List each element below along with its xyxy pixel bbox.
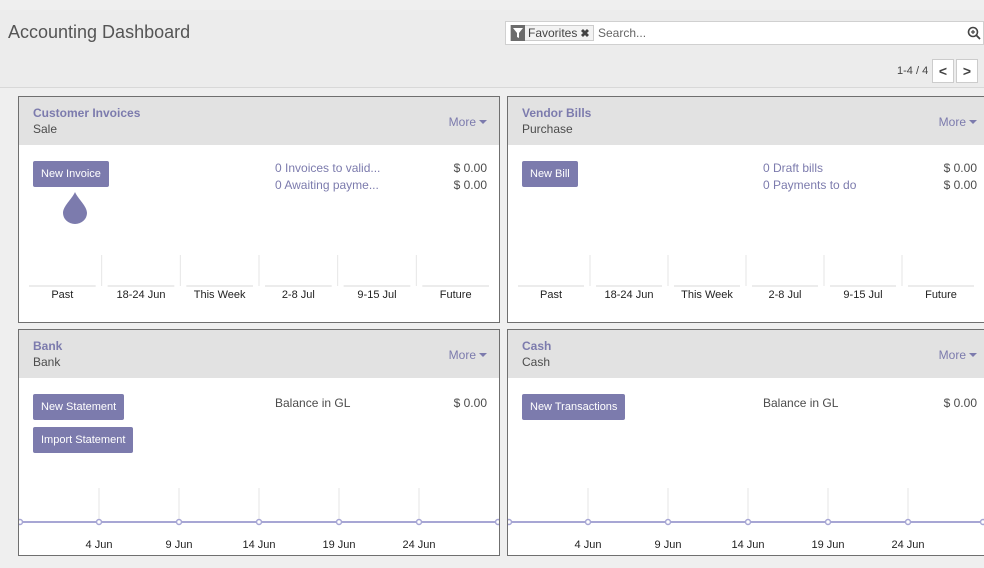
data-point bbox=[744, 518, 752, 526]
x-tick-label: 2-8 Jul bbox=[768, 289, 801, 301]
data-point bbox=[824, 518, 832, 526]
x-tick-label: This Week bbox=[194, 289, 246, 301]
journal-card-cash: Cash Cash More New Transactions Balance … bbox=[507, 329, 984, 556]
search-input[interactable] bbox=[598, 23, 938, 43]
x-tick-label: Future bbox=[440, 289, 472, 301]
chevron-right-icon: > bbox=[962, 63, 972, 79]
x-tick-label: Past bbox=[540, 289, 562, 301]
bar-graph[interactable]: Past 18-24 Jun This Week 2-8 Jul 9-15 Jul Fut… bbox=[19, 97, 499, 322]
facet-remove-icon[interactable]: ✖ bbox=[580, 27, 592, 40]
data-point bbox=[335, 518, 343, 526]
search-icon[interactable] bbox=[967, 26, 981, 40]
x-tick-label: 19 Jun bbox=[811, 539, 844, 551]
x-tick-label: 9 Jun bbox=[166, 539, 193, 551]
page-title: Accounting Dashboard bbox=[8, 22, 191, 42]
control-panel: Accounting Dashboard Favorites ✖ 1-4 / 4… bbox=[0, 10, 984, 88]
line-graph[interactable]: 4 Jun 9 Jun 14 Jun 19 Jun 24 Jun bbox=[19, 330, 499, 555]
search-facet[interactable]: Favorites ✖ bbox=[510, 25, 594, 41]
x-tick-label: 19 Jun bbox=[322, 539, 355, 551]
data-point bbox=[904, 518, 912, 526]
data-point bbox=[979, 518, 984, 526]
x-tick-label: 18-24 Jun bbox=[117, 289, 166, 301]
data-point bbox=[664, 518, 672, 526]
line-graph[interactable]: 4 Jun 9 Jun 14 Jun 19 Jun 24 Jun bbox=[508, 330, 984, 555]
x-tick-label: 24 Jun bbox=[891, 539, 924, 551]
data-point bbox=[494, 518, 499, 526]
x-tick-label: 4 Jun bbox=[575, 539, 602, 551]
bar-graph[interactable]: Past 18-24 Jun This Week 2-8 Jul 9-15 Jul Fut… bbox=[508, 97, 984, 322]
filter-icon bbox=[511, 25, 525, 41]
journal-card-customer-invoices: Customer Invoices Sale More New Invoice … bbox=[18, 96, 500, 323]
x-tick-label: 24 Jun bbox=[402, 539, 435, 551]
facet-label: Favorites bbox=[528, 26, 578, 40]
x-tick-label: 18-24 Jun bbox=[605, 289, 654, 301]
pager-previous-button[interactable]: < bbox=[932, 59, 954, 83]
x-tick-label: This Week bbox=[681, 289, 733, 301]
x-tick-label: 9-15 Jul bbox=[357, 289, 396, 301]
x-tick-label: 14 Jun bbox=[731, 539, 764, 551]
x-tick-label: 4 Jun bbox=[86, 539, 113, 551]
x-tick-label: 2-8 Jul bbox=[282, 289, 315, 301]
x-tick-label: 9 Jun bbox=[655, 539, 682, 551]
data-point bbox=[415, 518, 423, 526]
chevron-left-icon: < bbox=[938, 63, 948, 79]
x-tick-label: Future bbox=[925, 289, 957, 301]
data-point bbox=[175, 518, 183, 526]
search-bar[interactable]: Favorites ✖ bbox=[505, 21, 984, 45]
journal-card-bank: Bank Bank More New Statement Import Stat… bbox=[18, 329, 500, 556]
pager-next-button[interactable]: > bbox=[956, 59, 978, 83]
data-point bbox=[19, 518, 24, 526]
x-tick-label: 14 Jun bbox=[242, 539, 275, 551]
data-point bbox=[255, 518, 263, 526]
journal-card-vendor-bills: Vendor Bills Purchase More New Bill 0 Dr… bbox=[507, 96, 984, 323]
data-point bbox=[508, 518, 513, 526]
x-tick-label: Past bbox=[51, 289, 73, 301]
pager-value[interactable]: 1-4 / 4 bbox=[897, 65, 928, 77]
data-point bbox=[584, 518, 592, 526]
x-tick-label: 9-15 Jul bbox=[843, 289, 882, 301]
data-point bbox=[95, 518, 103, 526]
